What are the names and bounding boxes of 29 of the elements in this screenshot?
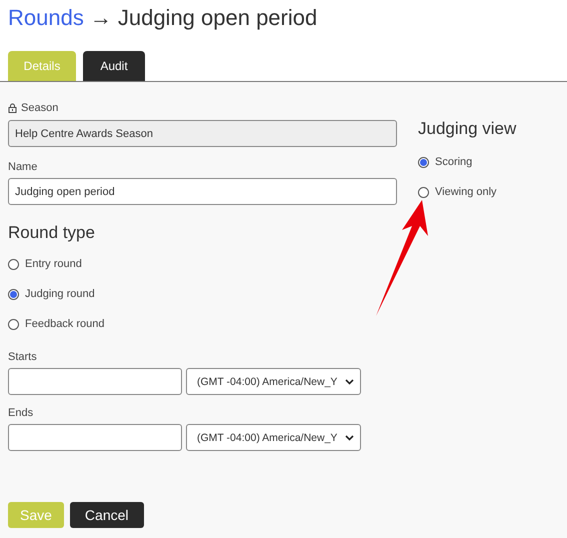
radio-button[interactable] (418, 186, 429, 198)
timezone-select[interactable]: (GMT -04:00) America/New_Y (186, 368, 361, 395)
radio-label: Entry round (25, 258, 82, 270)
section-heading: Judging view (418, 119, 516, 139)
timezone-select[interactable]: (GMT -04:00) America/New_Y (186, 424, 361, 451)
field-label: Ends (8, 407, 34, 419)
page-title: Judging open period (118, 5, 318, 31)
season-field: Help Centre Awards Season (8, 120, 397, 147)
radio-label: Viewing only (435, 186, 497, 198)
section-heading: Round type (8, 223, 96, 243)
date-field[interactable] (8, 368, 182, 395)
radio-button[interactable] (8, 258, 19, 270)
field-label: Starts (8, 351, 38, 363)
radio-label: Judging round (25, 288, 95, 300)
radio-button[interactable] (8, 288, 19, 300)
radio-button[interactable] (418, 156, 429, 168)
breadcrumb-arrow: → (90, 5, 112, 31)
chevron-icon (345, 434, 354, 440)
radio-label: Feedback round (25, 318, 104, 330)
chevron-icon (345, 378, 354, 384)
tab[interactable]: Audit (83, 51, 145, 81)
radio-label: Scoring (435, 156, 472, 168)
field-label: Season (21, 102, 58, 114)
radio-button[interactable] (8, 318, 19, 330)
field-label: Name (8, 161, 38, 173)
name-field[interactable]: Judging open period (8, 178, 397, 205)
breadcrumb-link[interactable]: Rounds (8, 5, 84, 31)
date-field[interactable] (8, 424, 182, 451)
cancel-button[interactable]: Cancel (70, 502, 144, 528)
